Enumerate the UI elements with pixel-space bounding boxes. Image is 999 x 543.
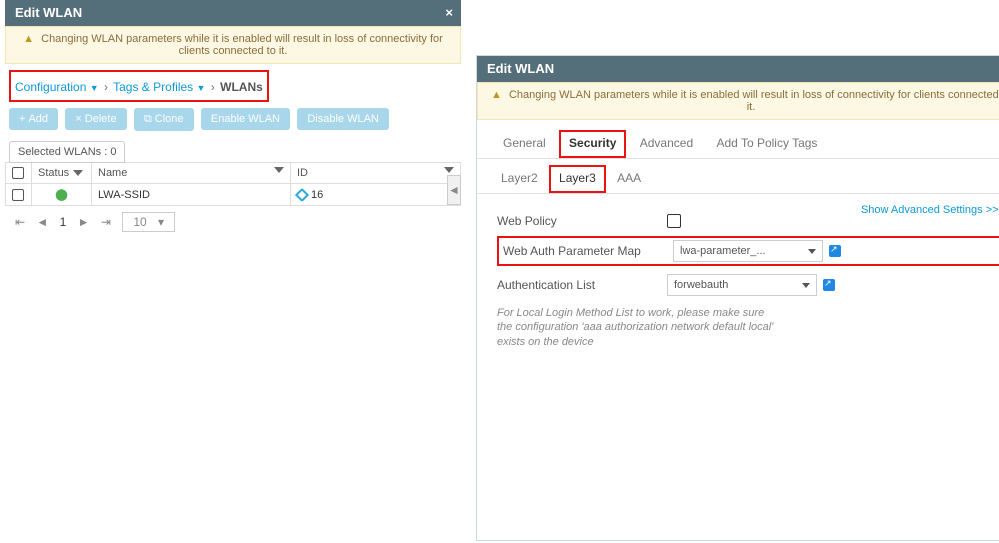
caret-down-icon: ▾ <box>158 215 164 229</box>
warning-icon: ▲ <box>491 89 502 101</box>
wlan-list-panel: Edit WLAN × ▲ Changing WLAN parameters w… <box>5 0 461 238</box>
subtab-aaa[interactable]: AAA <box>609 167 649 191</box>
web-auth-param-map-label: Web Auth Parameter Map <box>503 244 673 258</box>
warning-icon: ▲ <box>23 33 34 45</box>
filter-icon[interactable] <box>73 170 83 176</box>
close-icon[interactable]: × <box>445 0 453 26</box>
clone-icon: ⧉ <box>144 113 152 125</box>
clone-button[interactable]: ⧉Clone <box>134 108 194 131</box>
web-auth-param-map-select[interactable]: lwa-parameter_... <box>673 240 823 262</box>
filter-icon[interactable] <box>274 167 284 173</box>
login-method-note: For Local Login Method List to work, ple… <box>497 306 777 349</box>
warning-text: Changing WLAN parameters while it is ena… <box>509 89 999 113</box>
show-advanced-settings-link[interactable]: Show Advanced Settings >>> <box>861 204 999 216</box>
layer3-form: Web Policy Web Auth Parameter Map lwa-pa… <box>477 194 999 361</box>
breadcrumb-tags-profiles[interactable]: Tags & Profiles ▼ <box>113 80 205 94</box>
subtab-layer2[interactable]: Layer2 <box>493 167 546 191</box>
delete-button[interactable]: ×Delete <box>65 108 126 130</box>
panel-title: Edit WLAN <box>15 5 82 20</box>
authentication-list-select[interactable]: forwebauth <box>667 274 817 296</box>
caret-down-icon <box>808 249 816 254</box>
tab-general[interactable]: General <box>493 130 556 158</box>
row-name[interactable]: LWA-SSID <box>98 189 150 201</box>
warning-banner: ▲ Changing WLAN parameters while it is e… <box>5 26 461 64</box>
page-current[interactable]: 1 <box>60 215 67 229</box>
tab-add-to-policy-tags[interactable]: Add To Policy Tags <box>706 130 827 158</box>
status-enabled-icon: ⬤ <box>55 189 67 201</box>
disable-wlan-button[interactable]: Disable WLAN <box>297 108 389 130</box>
tab-row: General Security Advanced Add To Policy … <box>477 120 999 159</box>
subtab-layer3[interactable]: Layer3 <box>549 165 606 193</box>
warning-text: Changing WLAN parameters while it is ena… <box>41 33 443 57</box>
add-button[interactable]: +Add <box>9 108 58 130</box>
panel-header: Edit WLAN × <box>5 0 461 26</box>
x-icon: × <box>75 113 81 125</box>
dialog-title: Edit WLAN <box>487 61 554 76</box>
breadcrumb-configuration[interactable]: Configuration ▼ <box>15 80 99 94</box>
page-first[interactable]: ⇤ <box>15 215 25 229</box>
authentication-list-label: Authentication List <box>497 278 667 292</box>
sub-tab-row: Layer2 Layer3 AAA <box>477 159 999 194</box>
filter-icon[interactable] <box>444 167 454 173</box>
col-id[interactable]: ID <box>291 163 461 184</box>
paginator: ⇤ ◄ 1 ► ⇥ 10 ▾ <box>5 206 461 238</box>
tag-icon <box>295 188 309 202</box>
external-link-icon[interactable] <box>829 245 841 257</box>
tab-advanced[interactable]: Advanced <box>630 130 703 158</box>
chevron-right-icon: › <box>102 80 110 94</box>
page-size-select[interactable]: 10 ▾ <box>122 212 175 232</box>
row-checkbox[interactable] <box>12 189 24 201</box>
caret-down-icon: ▼ <box>90 83 99 93</box>
caret-down-icon <box>802 283 810 288</box>
scroll-right-handle[interactable]: ◄ <box>447 175 461 205</box>
web-policy-label: Web Policy <box>497 214 667 228</box>
authentication-list-value: forwebauth <box>674 279 728 291</box>
select-all-checkbox[interactable] <box>12 167 24 179</box>
caret-down-icon: ▼ <box>197 83 206 93</box>
external-link-icon[interactable] <box>823 279 835 291</box>
chevron-right-icon: › <box>209 80 217 94</box>
breadcrumb: Configuration ▼ › Tags & Profiles ▼ › WL… <box>9 70 269 102</box>
page-next[interactable]: ► <box>78 215 90 229</box>
edit-wlan-dialog: Edit WLAN × ▲ Changing WLAN parameters w… <box>476 55 999 541</box>
dialog-header: Edit WLAN × <box>477 56 999 82</box>
wlan-table: Status Name ID ⬤ LWA-SSID 16 <box>5 162 461 206</box>
row-id: 16 <box>311 189 323 201</box>
page-prev[interactable]: ◄ <box>36 215 48 229</box>
col-status[interactable]: Status <box>32 163 92 184</box>
tab-security[interactable]: Security <box>559 130 626 158</box>
breadcrumb-current: WLANs <box>220 80 263 94</box>
enable-wlan-button[interactable]: Enable WLAN <box>201 108 290 130</box>
web-policy-checkbox[interactable] <box>667 214 681 228</box>
table-row[interactable]: ⬤ LWA-SSID 16 <box>6 184 461 206</box>
col-name[interactable]: Name <box>92 163 291 184</box>
page-last[interactable]: ⇥ <box>101 215 111 229</box>
selected-wlans-count: Selected WLANs : 0 <box>9 141 125 163</box>
web-auth-param-map-value: lwa-parameter_... <box>680 245 766 257</box>
warning-banner: ▲ Changing WLAN parameters while it is e… <box>477 82 999 120</box>
plus-icon: + <box>19 113 25 125</box>
toolbar: +Add ×Delete ⧉Clone Enable WLAN Disable … <box>5 102 461 137</box>
